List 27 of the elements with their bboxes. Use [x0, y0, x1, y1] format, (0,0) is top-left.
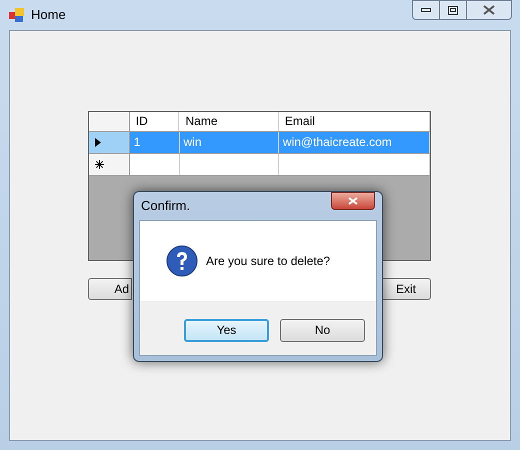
asterisk-icon [95, 160, 104, 169]
dialog-message: Are you sure to delete? [206, 253, 330, 270]
column-header[interactable]: Name [179, 112, 279, 131]
add-button[interactable]: Ad [88, 278, 132, 300]
yes-button[interactable]: Yes [184, 318, 269, 342]
row-header[interactable] [89, 154, 130, 175]
exit-button[interactable]: Exit [381, 278, 431, 300]
close-icon [348, 197, 358, 205]
table-cell: win [180, 132, 279, 153]
close-icon [483, 5, 495, 15]
minimize-icon [421, 8, 431, 12]
table-cell: win@thaicreate.com [278, 132, 430, 153]
app-icon [9, 7, 25, 23]
minimize-button[interactable] [412, 0, 440, 20]
column-header[interactable]: ID [130, 112, 180, 131]
dialog-title: Confirm. [140, 197, 190, 216]
table-cell: 1 [130, 132, 180, 153]
close-button[interactable] [331, 192, 375, 210]
maximize-button[interactable] [440, 0, 466, 20]
current-row-icon [95, 138, 101, 147]
close-button[interactable] [466, 0, 512, 20]
question-icon [166, 245, 198, 277]
maximize-icon [448, 6, 458, 14]
row-header[interactable] [89, 132, 130, 153]
column-header[interactable]: Email [278, 112, 430, 131]
window-title: Home [31, 6, 66, 24]
no-button[interactable]: No [280, 318, 365, 342]
